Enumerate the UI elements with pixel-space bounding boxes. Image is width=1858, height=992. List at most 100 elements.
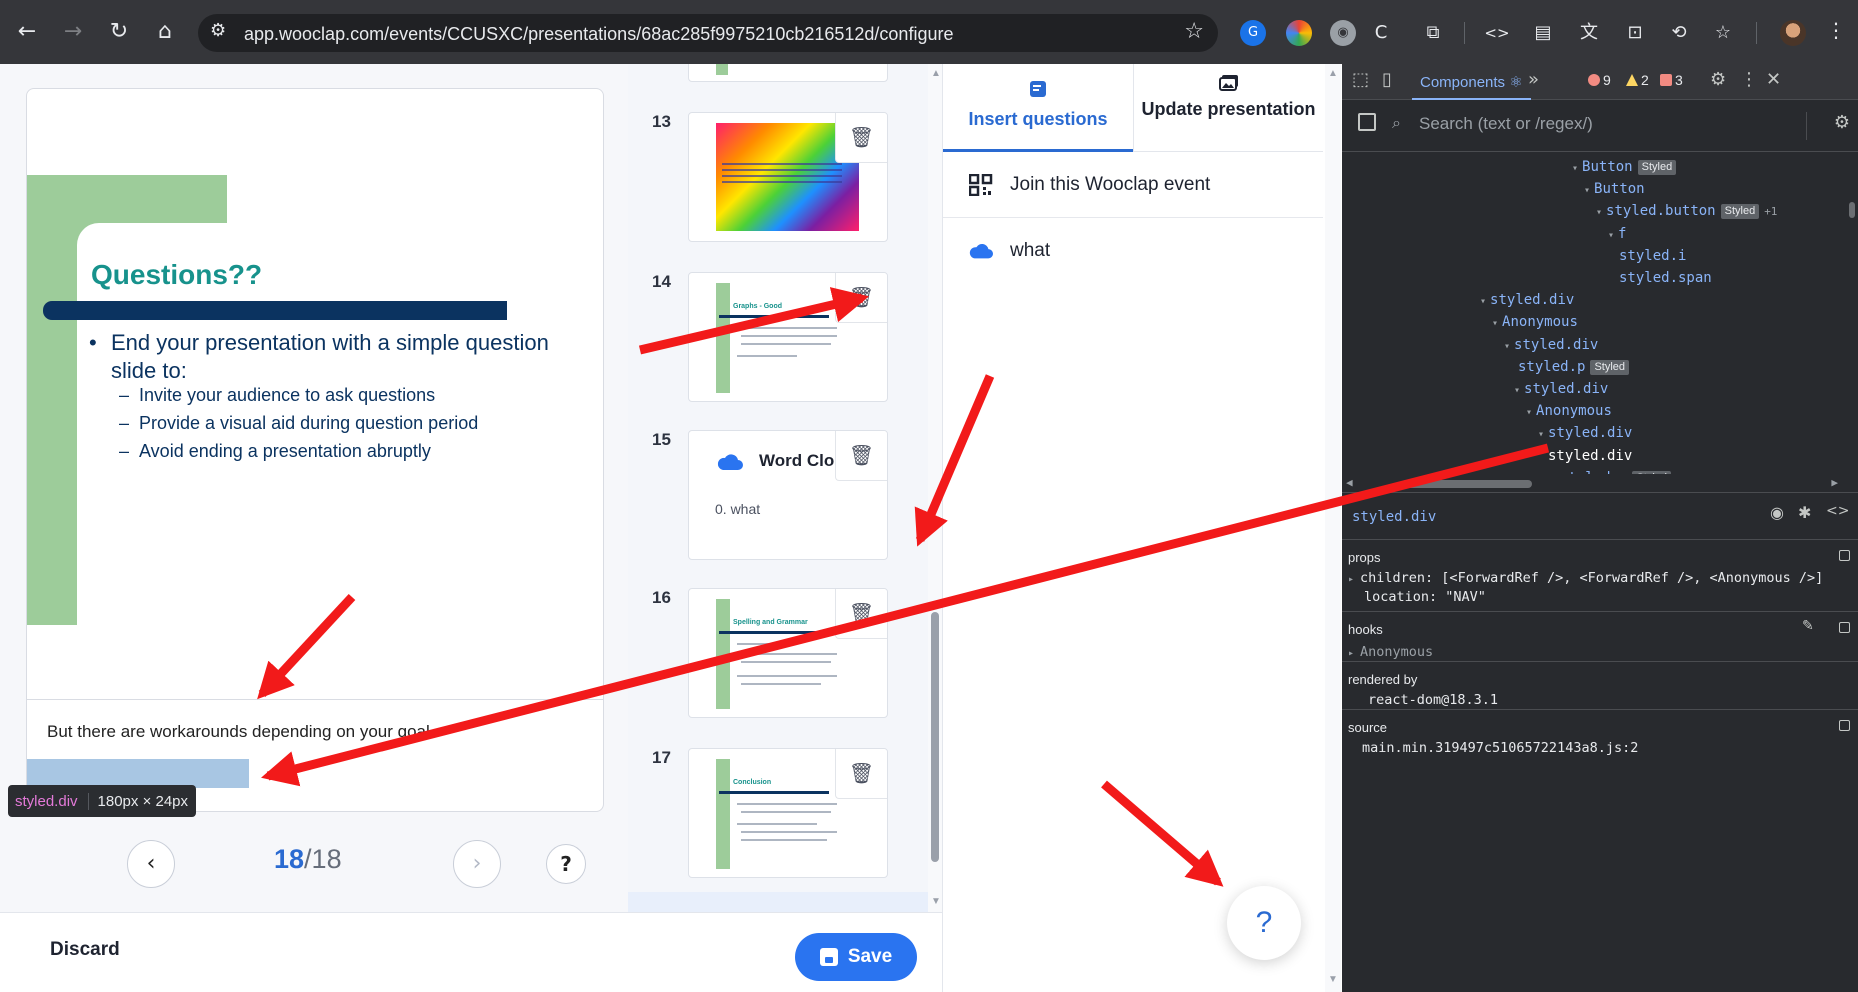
home-icon[interactable]: ⌂ (150, 17, 180, 47)
scrollbar-thumb[interactable] (1402, 480, 1532, 488)
warning-count-badge[interactable]: 2 (1626, 72, 1649, 88)
panel-scrollbar[interactable]: ▲ ▼ (1325, 64, 1341, 992)
puzzle-extensions-icon[interactable]: ⧉ (1420, 20, 1446, 46)
thumbnail-card[interactable]: Conclusion 🗑 (688, 748, 888, 878)
copy-icon[interactable] (1839, 720, 1850, 731)
reading-mode-icon[interactable]: ▤ (1530, 20, 1556, 46)
favorites-icon[interactable]: ☆ (1710, 20, 1736, 46)
expand-toggle-icon[interactable]: ▾ (1514, 385, 1520, 396)
previous-slide-button[interactable]: ‹ (127, 840, 175, 888)
expand-toggle-icon[interactable]: ▾ (1492, 318, 1498, 329)
color-extension-icon[interactable] (1286, 20, 1312, 46)
question-item-join[interactable]: Join this Wooclap event (943, 152, 1323, 218)
tree-node[interactable]: ▾ styled.div (1538, 422, 1632, 444)
close-icon[interactable]: ✕ (1766, 69, 1781, 90)
tab-insert-questions[interactable]: Insert questions (943, 64, 1133, 152)
trash-icon[interactable]: 🗑 (835, 273, 887, 323)
thumbnails-scrollbar[interactable]: ▲ ▼ (928, 64, 942, 912)
tree-node[interactable]: ▾ styled.button Styled +1 (1596, 200, 1777, 222)
copy-icon[interactable] (1839, 550, 1850, 561)
issues-count-badge[interactable]: 3 (1660, 72, 1683, 88)
active-thumbnail-row[interactable] (628, 892, 928, 912)
source-value[interactable]: main.min.319497c51065722143a8.js:2 (1362, 740, 1638, 756)
select-component-icon[interactable] (1358, 113, 1376, 131)
thumbnail-card[interactable] (688, 64, 888, 82)
screenshot-icon[interactable]: ⊡ (1622, 20, 1648, 46)
scrollbar-thumb[interactable] (931, 612, 939, 862)
thumbnail-card[interactable]: Word Clo 0. what 🗑 (688, 430, 888, 560)
forward-icon[interactable]: → (58, 17, 88, 47)
bug-icon[interactable]: ✱ (1798, 503, 1811, 522)
copy-icon[interactable] (1839, 622, 1850, 633)
tab-update-presentation[interactable]: Update presentation (1133, 64, 1323, 152)
thumbnail-card[interactable]: Graphs - Good 🗑 (688, 272, 888, 402)
scroll-down-icon[interactable]: ▼ (931, 896, 941, 907)
extension-icon[interactable]: G (1240, 20, 1266, 46)
bookmark-star-icon[interactable]: ☆ (1184, 19, 1204, 44)
browser-menu-icon[interactable]: ⋮ (1826, 18, 1846, 42)
more-tabs-icon[interactable]: » (1528, 69, 1539, 90)
scroll-down-icon[interactable]: ▼ (1328, 974, 1338, 985)
rendered-by-value[interactable]: react-dom@18.3.1 (1368, 692, 1498, 708)
trash-icon[interactable]: 🗑 (835, 749, 887, 799)
save-button[interactable]: Save (795, 933, 917, 981)
slide-notes[interactable]: But there are workarounds depending on y… (47, 722, 430, 742)
expand-toggle-icon[interactable]: ▾ (1538, 429, 1544, 440)
trash-icon[interactable]: 🗑 (835, 589, 887, 639)
error-count-badge[interactable]: 9 (1588, 72, 1611, 88)
expand-toggle-icon[interactable]: ▾ (1572, 163, 1578, 174)
tree-node[interactable]: styled.pStyled (1560, 467, 1672, 474)
tree-node[interactable]: styled.pStyled (1518, 356, 1630, 378)
expand-toggle-icon[interactable]: ▾ (1584, 185, 1590, 196)
thumbnail-card[interactable]: 🗑 (688, 112, 888, 242)
thumbnail-card[interactable]: Spelling and Grammar 🗑 (688, 588, 888, 718)
tree-node[interactable]: ▾ styled.div (1504, 334, 1598, 356)
help-button[interactable]: ? (1227, 886, 1301, 960)
hook-item[interactable]: ▸ Anonymous (1348, 644, 1433, 660)
question-item-what[interactable]: what (943, 218, 1323, 284)
prop-children[interactable]: ▸ children: [<ForwardRef />, <ForwardRef … (1348, 570, 1823, 586)
settings-icon[interactable]: ⚙ (1710, 69, 1726, 90)
device-toolbar-icon[interactable]: ▯ (1382, 69, 1392, 90)
component-search-input[interactable]: Search (text or /regex/) (1419, 114, 1593, 134)
magic-wand-icon[interactable]: ✎ (1802, 618, 1814, 634)
expand-toggle-icon[interactable]: ▾ (1480, 296, 1486, 307)
tree-node[interactable]: styled.span (1619, 267, 1712, 289)
translate-icon[interactable]: 文 (1576, 20, 1602, 46)
inspect-element-icon[interactable]: ⬚ (1352, 69, 1369, 90)
pager-help-button[interactable]: ? (546, 844, 586, 884)
scrollbar-thumb[interactable] (1849, 202, 1855, 218)
expand-toggle-icon[interactable]: ▾ (1504, 341, 1510, 352)
tab-components[interactable]: Components ⚛ (1412, 64, 1531, 100)
tree-node[interactable]: styled.i (1619, 245, 1686, 267)
reload-icon[interactable]: ↻ (104, 17, 134, 47)
tree-node[interactable]: ▾ f (1608, 223, 1626, 245)
code-icon[interactable]: <> (1826, 503, 1849, 519)
eye-icon[interactable]: ◉ (1770, 503, 1784, 522)
scroll-left-icon[interactable]: ◀ (1346, 476, 1353, 489)
tree-node[interactable]: ▾ Anonymous (1526, 400, 1612, 422)
next-slide-button[interactable]: › (453, 840, 501, 888)
site-settings-icon[interactable]: ⚙ (210, 20, 226, 41)
extension-icon[interactable]: ◉ (1330, 20, 1356, 46)
tree-node[interactable]: ▾ Anonymous (1492, 311, 1578, 333)
settings-icon[interactable]: ⚙ (1834, 112, 1850, 133)
profile-avatar[interactable] (1780, 20, 1806, 46)
tree-horizontal-scrollbar[interactable]: ◀ ▶ (1342, 474, 1858, 492)
tree-node[interactable]: ▾ Button (1584, 178, 1645, 200)
scroll-up-icon[interactable]: ▲ (931, 68, 941, 79)
tree-node[interactable]: ▾ styled.div (1514, 378, 1608, 400)
tree-node[interactable]: ▾ Button Styled (1572, 156, 1677, 178)
trash-icon[interactable]: 🗑 (835, 431, 887, 481)
tree-node[interactable]: ▾ styled.div (1480, 289, 1574, 311)
back-icon[interactable]: ← (12, 17, 42, 47)
url-text[interactable]: app.wooclap.com/events/CCUSXC/presentati… (244, 24, 953, 45)
trash-icon[interactable]: 🗑 (835, 113, 887, 163)
expand-toggle-icon[interactable]: ▾ (1526, 407, 1532, 418)
address-bar[interactable]: ⚙ app.wooclap.com/events/CCUSXC/presenta… (198, 14, 1218, 52)
scroll-up-icon[interactable]: ▲ (1328, 68, 1338, 79)
discard-button[interactable]: Discard (50, 939, 120, 961)
expand-toggle-icon[interactable]: ▾ (1608, 230, 1614, 241)
expand-toggle-icon[interactable]: ▾ (1596, 207, 1602, 218)
history-icon[interactable]: ⟲ (1666, 20, 1692, 46)
